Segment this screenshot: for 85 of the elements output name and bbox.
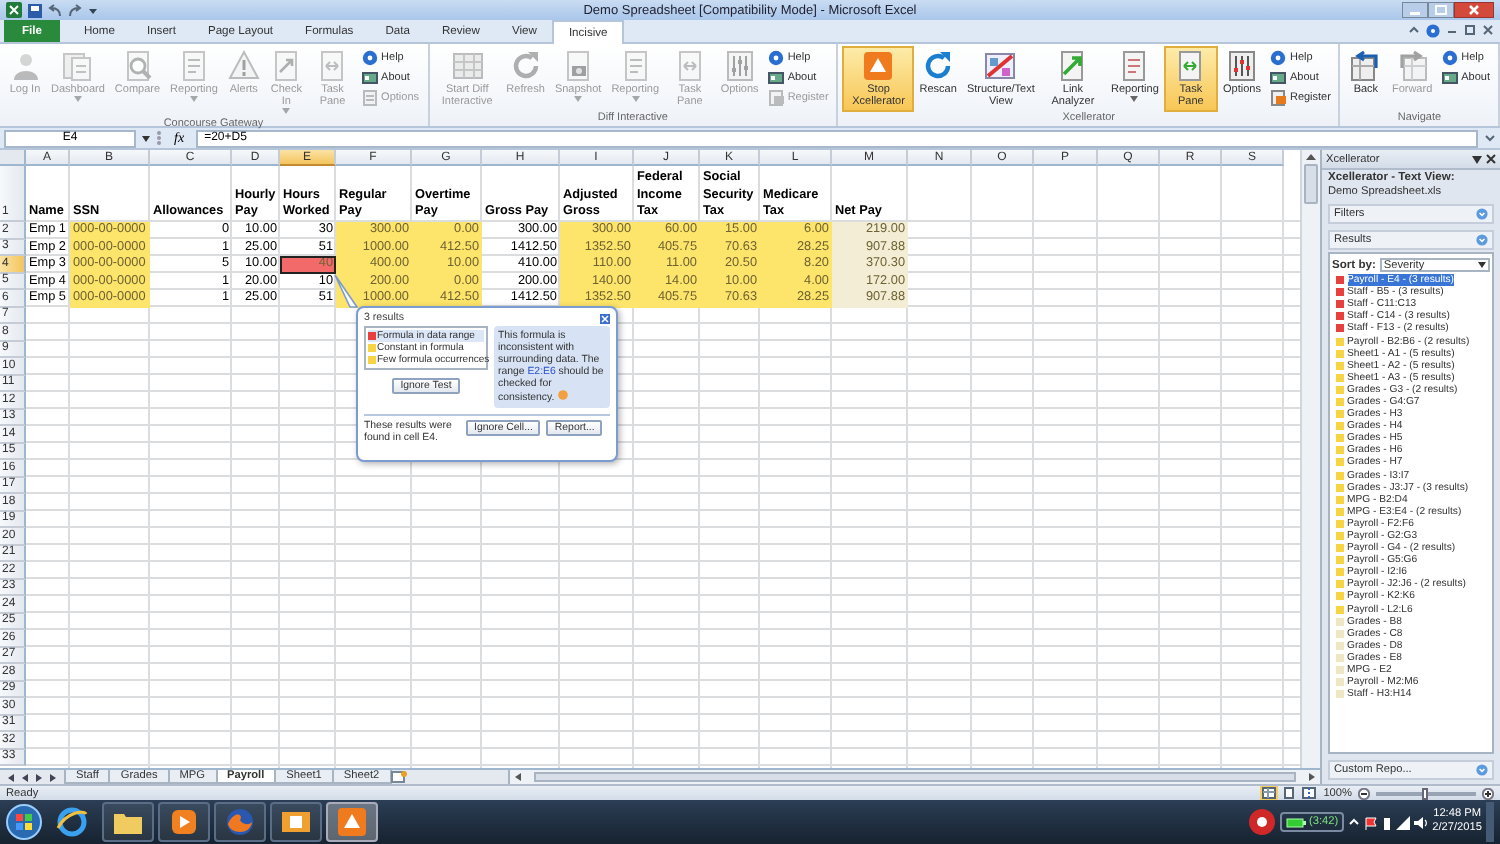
app-logo-icon [862,50,895,82]
card-icon [361,69,378,85]
sliders-icon [1225,50,1258,82]
caret-icon [88,5,98,15]
chart-icon [984,50,1017,82]
signal-icon [1396,815,1411,829]
expand-icon [1484,132,1496,144]
zoom-slider[interactable] [1422,787,1428,799]
last-sheet-icon [48,771,58,783]
insert-sheet-icon [389,770,408,784]
dropdown-icon [1472,155,1482,163]
next-sheet-icon [34,771,44,783]
help-icon [767,49,784,65]
document-icon [61,50,94,82]
grid-icon [451,50,484,82]
person-icon [9,50,41,82]
document-icon [619,50,652,82]
pane-icon [1174,50,1207,82]
normal-view-icon[interactable] [1259,786,1278,800]
show-desktop-icon [1486,802,1494,842]
zoom-out-icon [1358,787,1370,799]
show-hidden-icon [1348,816,1361,828]
document-icon [177,50,210,82]
close-icon [1486,154,1496,164]
document-icon [1269,89,1286,105]
pane-icon [673,50,706,82]
document-icon [1118,50,1151,82]
document-icon [767,89,784,105]
first-sheet-icon [6,771,16,783]
card-icon [1441,69,1458,85]
refresh-icon [509,50,542,82]
zoom-in-icon [1482,787,1494,799]
flag-icon [1364,815,1379,829]
magnifier-icon [121,50,154,82]
browser-icon [56,806,88,838]
redo-icon [68,3,82,17]
battery-icon [1382,815,1393,829]
undo-icon [48,3,62,17]
speaker-icon [1414,815,1429,829]
excel-icon [6,2,22,18]
scrollbar-thumb[interactable] [533,772,1296,782]
back-arrow-icon [1349,50,1382,82]
warning-icon [227,50,260,82]
page-break-icon[interactable] [1299,786,1318,800]
separator-icon [156,130,162,146]
expand-icon [1476,764,1488,776]
taskbar-button[interactable] [158,802,210,842]
pane-icon [316,50,349,82]
restore-icon [1464,24,1476,36]
minimize-icon [1402,2,1428,18]
save-icon [28,3,42,17]
mail-icon [280,806,312,838]
expand-icon [1476,234,1488,246]
taskbar-button[interactable] [326,802,378,842]
scroll-left-icon [513,772,522,782]
maximize-icon [1428,2,1454,18]
taskbar-button[interactable] [270,802,322,842]
refresh-icon [922,50,955,82]
browser-icon [224,806,256,838]
card-icon [1269,69,1286,85]
scroll-right-icon [1308,772,1316,782]
page-layout-icon[interactable] [1279,786,1298,800]
media-player-icon [168,806,200,838]
start-button-icon [6,804,42,840]
camera-icon [562,50,595,82]
forward-arrow-icon [1396,50,1429,82]
expand-icon [1476,208,1488,220]
list-icon [361,89,378,105]
help-icon [361,49,378,65]
caret-icon [1478,262,1486,268]
previous-sheet-icon [20,771,30,783]
close-icon [1482,24,1494,36]
help-icon [1269,49,1286,65]
collapse-icon [1408,24,1420,36]
app-logo-icon [336,806,368,838]
close-icon [1454,2,1494,18]
scrollbar-thumb[interactable] [1304,164,1318,204]
card-icon [767,69,784,85]
caret-icon [142,135,150,141]
help-icon [557,390,568,400]
battery-icon [1286,817,1307,827]
taskbar-button[interactable] [102,802,154,842]
sliders-icon [723,50,756,82]
close-icon [600,313,610,323]
app-tray-icon [1248,808,1277,836]
